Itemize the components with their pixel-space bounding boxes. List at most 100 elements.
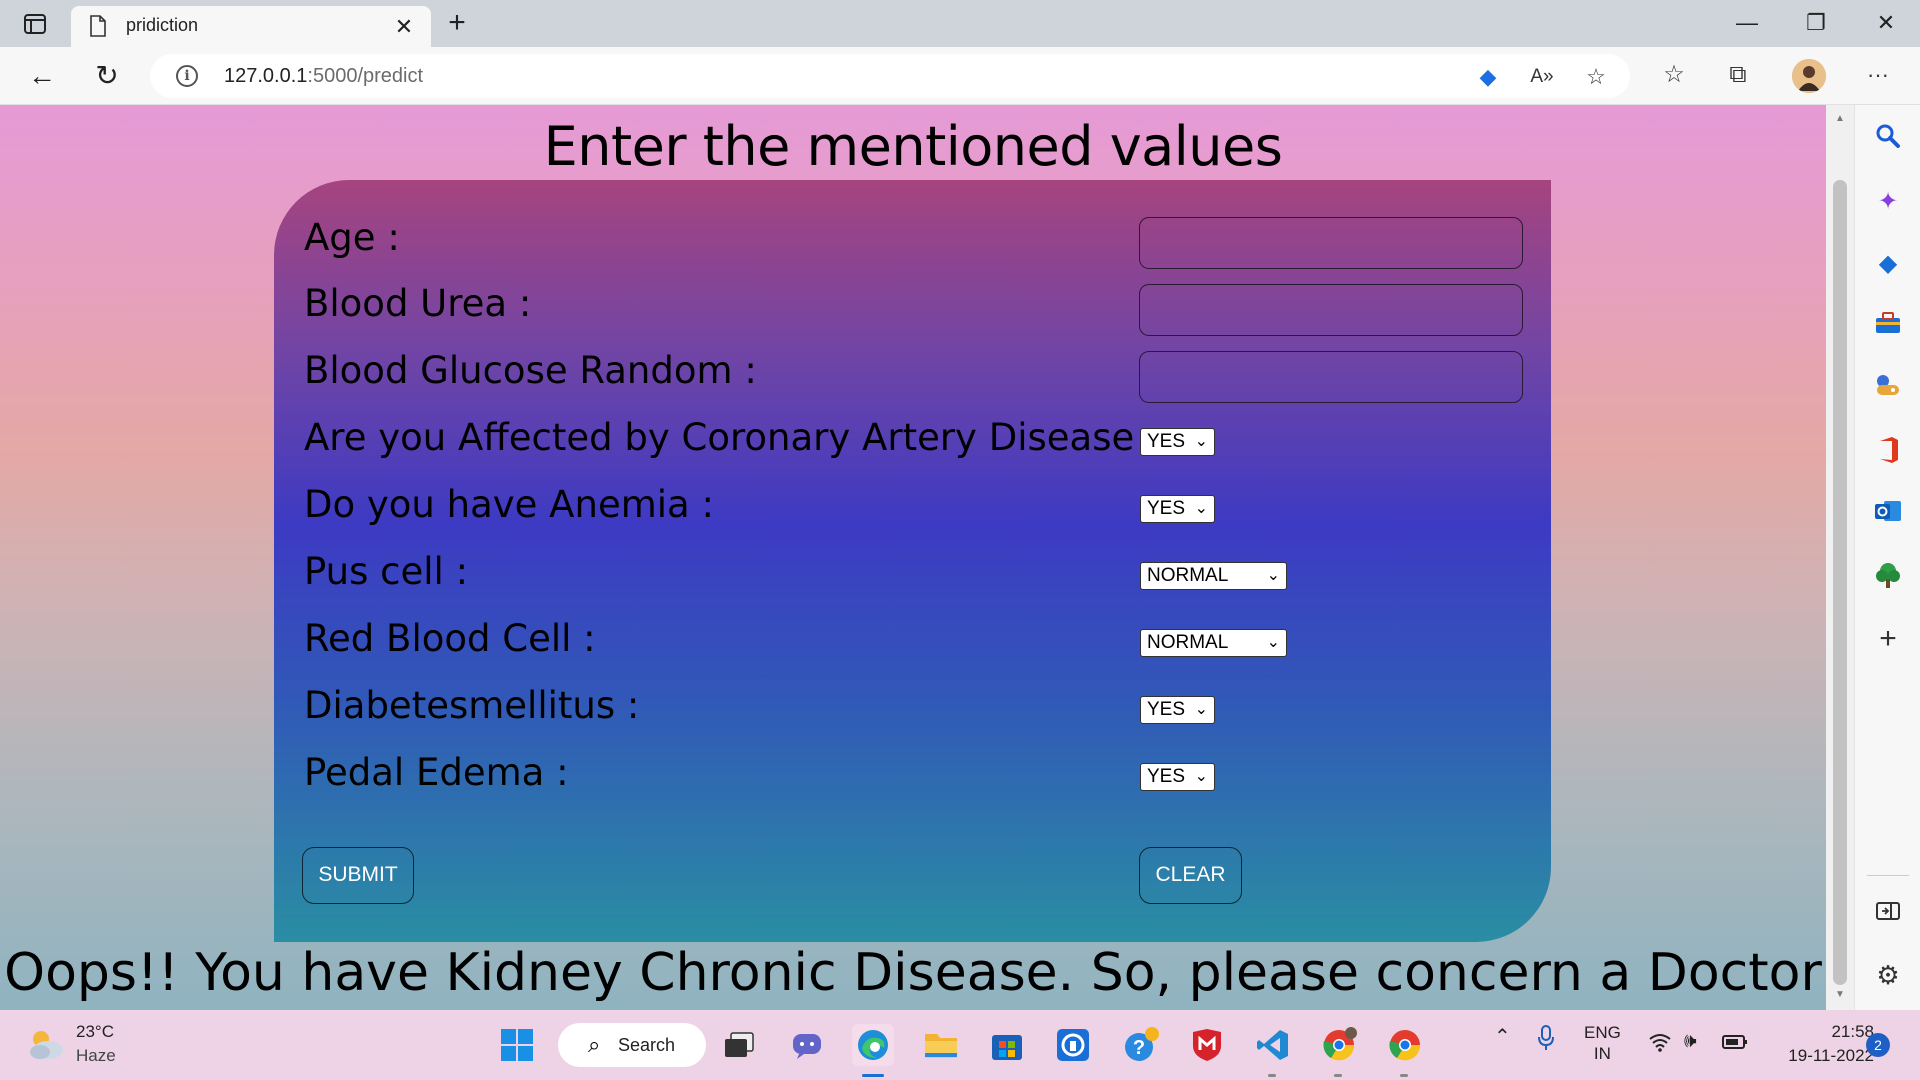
- wifi-icon[interactable]: [1648, 1032, 1672, 1057]
- volume-icon[interactable]: 🕪: [1684, 1030, 1697, 1053]
- outlook-icon[interactable]: [1872, 498, 1904, 530]
- settings-icon[interactable]: ⚙: [1872, 959, 1904, 991]
- chevron-down-icon: ⌄: [1194, 500, 1208, 517]
- chevron-down-icon: ⌄: [1266, 634, 1280, 651]
- microphone-icon[interactable]: [1536, 1024, 1556, 1057]
- shopping-tag-icon[interactable]: ◆: [1872, 248, 1904, 280]
- diabetes-label: Diabetesmellitus :: [304, 684, 640, 727]
- restore-button[interactable]: ❐: [1796, 8, 1836, 40]
- chrome-icon: [1389, 1030, 1421, 1061]
- weather-description[interactable]: Haze: [76, 1046, 116, 1066]
- office-icon[interactable]: [1872, 436, 1904, 468]
- anemia-select[interactable]: YES ⌄: [1140, 495, 1215, 523]
- add-favorite-icon[interactable]: ☆: [1582, 63, 1610, 91]
- blood-urea-input[interactable]: [1139, 284, 1523, 336]
- edge-icon: [858, 1030, 888, 1060]
- mcafee-icon: [1193, 1029, 1221, 1061]
- taskbar-search[interactable]: ⌕ Search: [558, 1023, 706, 1067]
- pus-cell-select[interactable]: NORMAL ⌄: [1140, 562, 1287, 590]
- windows-logo-icon: [501, 1029, 533, 1061]
- chrome-profile-button[interactable]: [1318, 1024, 1360, 1066]
- split-screen-icon[interactable]: [1872, 898, 1904, 930]
- blood-glucose-input[interactable]: [1139, 351, 1523, 403]
- read-aloud-icon[interactable]: A»: [1528, 63, 1556, 91]
- search-icon[interactable]: [1872, 123, 1904, 155]
- age-input[interactable]: [1139, 217, 1523, 269]
- site-info-icon[interactable]: i: [176, 65, 198, 87]
- notification-badge[interactable]: 2: [1866, 1033, 1890, 1057]
- pedal-edema-select[interactable]: YES ⌄: [1140, 763, 1215, 791]
- copilot-icon[interactable]: ✦: [1872, 186, 1904, 218]
- tools-icon[interactable]: [1872, 311, 1904, 343]
- diabetes-select[interactable]: YES ⌄: [1140, 696, 1215, 724]
- tab-actions-icon: [24, 14, 46, 34]
- chevron-up-icon[interactable]: ⌃: [1494, 1024, 1511, 1049]
- navigation-bar: ← ↻ i 127.0.0.1:5000/predict ◆ A» ☆ ☆ ⧉ …: [0, 47, 1920, 105]
- page-title: Enter the mentioned values: [543, 115, 1283, 178]
- running-indicator: [1400, 1074, 1408, 1077]
- language-indicator[interactable]: ENG IN: [1584, 1022, 1621, 1064]
- add-icon[interactable]: +: [1872, 623, 1904, 655]
- help-icon: ?: [1125, 1027, 1159, 1061]
- scroll-down-icon[interactable]: ▼: [1834, 989, 1846, 1000]
- scroll-thumb[interactable]: [1833, 180, 1847, 985]
- store-button[interactable]: [986, 1024, 1028, 1066]
- edge-sidebar: ✦ ◆ + ⚙: [1854, 105, 1920, 1010]
- more-options-icon[interactable]: ···: [1862, 60, 1894, 92]
- battery-icon[interactable]: [1722, 1034, 1748, 1055]
- close-tab-icon[interactable]: ✕: [391, 14, 417, 40]
- search-icon: ⌕: [588, 1032, 601, 1057]
- pus-cell-label: Pus cell :: [304, 550, 469, 593]
- shopping-tag-icon[interactable]: ◆: [1474, 63, 1502, 91]
- chrome-button[interactable]: [1384, 1024, 1426, 1066]
- address-bar[interactable]: i 127.0.0.1:5000/predict ◆ A» ☆: [150, 54, 1630, 98]
- coronary-select[interactable]: YES ⌄: [1140, 428, 1215, 456]
- weather-cloud-icon[interactable]: [26, 1026, 66, 1062]
- refresh-button[interactable]: ↻: [89, 59, 125, 95]
- app-button-blue[interactable]: [1052, 1024, 1094, 1066]
- profile-avatar[interactable]: [1792, 59, 1826, 93]
- chrome-icon: [1323, 1027, 1357, 1061]
- chevron-down-icon: ⌄: [1266, 567, 1280, 584]
- chevron-down-icon: ⌄: [1194, 433, 1208, 450]
- red-blood-cell-select[interactable]: NORMAL ⌄: [1140, 629, 1287, 657]
- minimize-button[interactable]: —: [1727, 8, 1767, 40]
- chevron-down-icon: ⌄: [1194, 701, 1208, 718]
- help-button[interactable]: ?: [1120, 1024, 1162, 1066]
- vscode-button[interactable]: [1252, 1024, 1294, 1066]
- favorites-icon[interactable]: ☆: [1658, 60, 1690, 92]
- svg-text:?: ?: [1133, 1037, 1145, 1059]
- sidebar-divider: [1867, 875, 1909, 876]
- scroll-up-icon[interactable]: ▲: [1834, 113, 1846, 124]
- clock-date[interactable]: 19-11-2022: [1754, 1046, 1874, 1066]
- url-text[interactable]: 127.0.0.1:5000/predict: [224, 65, 423, 88]
- start-button[interactable]: [496, 1024, 538, 1066]
- clear-button[interactable]: CLEAR: [1139, 847, 1242, 904]
- active-tab[interactable]: pridiction ✕: [71, 6, 431, 47]
- blood-glucose-label: Blood Glucose Random :: [304, 349, 757, 392]
- chat-icon: [793, 1034, 821, 1059]
- games-icon[interactable]: [1872, 373, 1904, 405]
- anemia-label: Do you have Anemia :: [304, 483, 714, 526]
- tab-actions-button[interactable]: [20, 11, 50, 37]
- back-button[interactable]: ←: [24, 59, 60, 95]
- clock-time[interactable]: 21:58: [1774, 1022, 1874, 1042]
- blood-urea-label: Blood Urea :: [304, 282, 532, 325]
- vscode-icon: [1257, 1030, 1288, 1060]
- antivirus-button[interactable]: [1186, 1024, 1228, 1066]
- file-explorer-button[interactable]: [920, 1024, 962, 1066]
- task-view-button[interactable]: [718, 1024, 760, 1066]
- app-shield-icon: [1057, 1029, 1089, 1061]
- edge-app-button[interactable]: [852, 1024, 894, 1066]
- submit-button[interactable]: SUBMIT: [302, 847, 414, 904]
- new-tab-button[interactable]: +: [441, 8, 473, 40]
- search-label: Search: [618, 1035, 676, 1055]
- avatar-icon: [1792, 59, 1826, 93]
- tree-icon[interactable]: [1872, 561, 1904, 593]
- teams-chat-button[interactable]: [786, 1024, 828, 1066]
- collections-icon[interactable]: ⧉: [1722, 60, 1754, 92]
- page-scrollbar[interactable]: ▲ ▼: [1826, 105, 1854, 1010]
- prediction-result: Oops!! You have Kidney Chronic Disease. …: [4, 943, 1822, 1003]
- close-window-button[interactable]: ✕: [1866, 8, 1906, 40]
- weather-temperature[interactable]: 23°C: [76, 1022, 114, 1042]
